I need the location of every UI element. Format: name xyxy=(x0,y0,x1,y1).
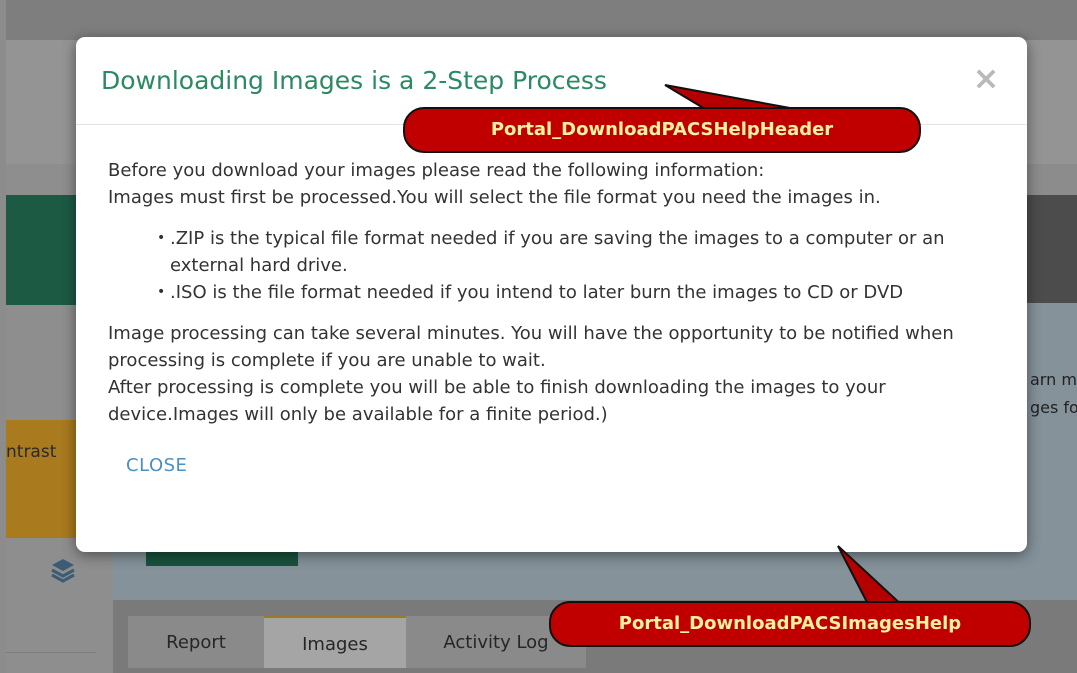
background-text-line: arn m xyxy=(1030,370,1077,389)
modal-header: Downloading Images is a 2-Step Process × xyxy=(76,37,1027,125)
modal-body: Before you download your images please r… xyxy=(108,157,1013,428)
download-help-modal: Downloading Images is a 2-Step Process ×… xyxy=(76,37,1027,552)
processing-paragraph: After processing is complete you will be… xyxy=(108,377,886,425)
dark-panel xyxy=(1026,195,1077,303)
tab-images[interactable]: Images xyxy=(264,616,406,668)
header-callout-label: Portal_DownloadPACSHelpHeader xyxy=(490,119,834,140)
processing-paragraph: Image processing can take several minute… xyxy=(108,323,954,371)
close-icon[interactable]: × xyxy=(971,61,1001,95)
sidebar-green-panel xyxy=(6,195,76,305)
contrast-label: ntrast xyxy=(6,442,57,462)
top-bar xyxy=(6,0,1077,40)
format-list-item: .ZIP is the typical file format needed i… xyxy=(157,225,1013,279)
format-list-item: .ISO is the file format needed if you in… xyxy=(157,279,1013,306)
body-callout-label: Portal_DownloadPACSImagesHelp xyxy=(618,613,962,634)
intro-line: Before you download your images please r… xyxy=(108,160,765,181)
tab-report[interactable]: Report xyxy=(128,616,264,668)
layers-icon[interactable] xyxy=(50,556,76,584)
sidebar-contrast-button[interactable] xyxy=(6,420,76,538)
intro-line: Images must first be processed.You will … xyxy=(108,187,881,208)
sidebar-divider xyxy=(6,652,96,653)
background-text-line: ges fo xyxy=(1030,398,1077,417)
modal-title: Downloading Images is a 2-Step Process xyxy=(101,66,607,95)
close-button[interactable]: CLOSE xyxy=(126,455,187,476)
format-list: .ZIP is the typical file format needed i… xyxy=(108,225,1013,306)
